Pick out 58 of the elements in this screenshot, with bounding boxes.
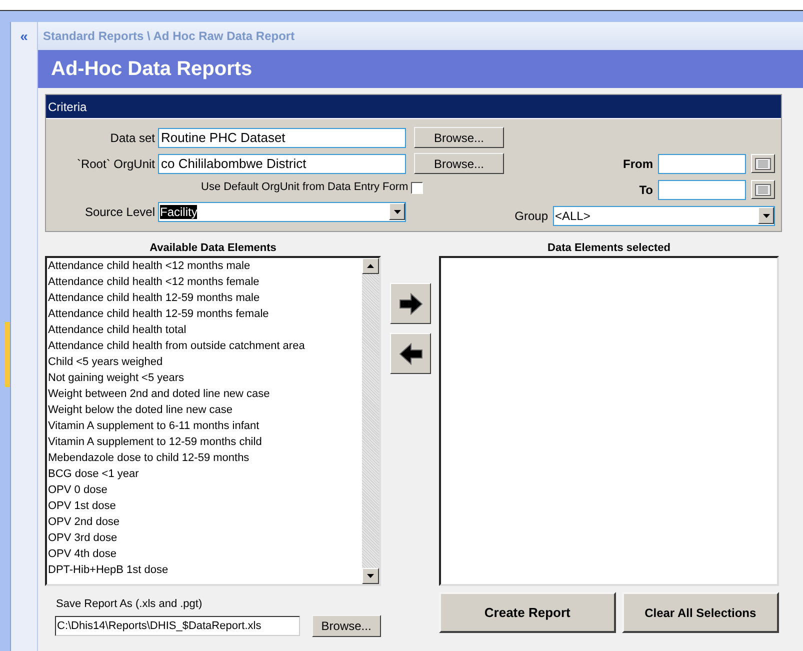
scroll-up-icon[interactable] (367, 264, 374, 268)
field-label: Source Level (84, 204, 156, 220)
list-item[interactable]: Mebendazole dose to child 12-59 months (48, 450, 362, 466)
checkbox[interactable] (411, 182, 424, 194)
browse-button[interactable]: Browse... (312, 614, 381, 636)
list-item[interactable]: Not gaining weight <5 years (48, 370, 362, 386)
source-level-dropdown[interactable]: Facility (158, 202, 406, 222)
data-elements-list[interactable] (45, 256, 381, 586)
list-item[interactable]: Attendance child health total (48, 322, 362, 338)
calendar-icon (755, 158, 771, 170)
list-item[interactable]: Weight between 2nd and doted line new case (48, 386, 362, 402)
date-field[interactable] (658, 154, 746, 174)
text-field[interactable]: Routine PHC Dataset (158, 128, 406, 148)
field-label: `Root` OrgUnit (76, 156, 156, 172)
list-item[interactable]: Attendance child health 12-59 months female (48, 306, 362, 322)
calendar-icon (755, 184, 771, 196)
page-title: Ad-Hoc Data Reports (51, 57, 252, 82)
list-item[interactable]: DPT-Hib+HepB 1st dose (48, 562, 362, 578)
clear-selections-button[interactable]: Clear All Selections (622, 592, 779, 633)
criteria-header: Criteria (46, 95, 781, 119)
scroll-down-icon[interactable] (367, 574, 374, 578)
calendar-button[interactable] (751, 154, 775, 173)
list-item[interactable]: BCG dose <1 year (48, 466, 362, 482)
text-field[interactable]: co Chililabombwe District (158, 154, 406, 174)
calendar-button[interactable] (751, 180, 775, 199)
collapse-button[interactable]: « (20, 29, 28, 43)
save-label: Save Report As (.xls and .pgt) (56, 597, 204, 612)
list-heading: Available Data Elements (148, 241, 278, 256)
list-item[interactable]: OPV 2nd dose (48, 514, 362, 530)
list-item[interactable]: Vitamin A supplement to 12-59 months child (48, 434, 362, 450)
list-item[interactable]: OPV 3rd dose (48, 530, 362, 546)
list-item[interactable]: Attendance child health from outside catchment area (48, 338, 362, 354)
move-right-button[interactable] (390, 283, 431, 324)
field-label: Group (514, 208, 548, 224)
left-arrow-icon (398, 342, 422, 364)
date-label: From (623, 156, 653, 172)
scrollbar[interactable] (362, 258, 379, 584)
list-heading: Data Elements selected (546, 241, 672, 256)
group-dropdown[interactable]: <ALL> (553, 206, 775, 226)
list-item[interactable]: Attendance child health <12 months female (48, 274, 362, 290)
list-item[interactable]: Attendance child health <12 months male (48, 258, 362, 274)
date-label: To (639, 182, 653, 198)
list-item[interactable]: Vitamin A supplement to 6-11 months infant (48, 418, 362, 434)
browse-button[interactable]: Browse... (414, 127, 504, 148)
save-path-field[interactable]: C:\Dhis14\Reports\DHIS_$DataReport.xls (55, 616, 300, 636)
browse-button[interactable]: Browse... (414, 153, 504, 174)
date-field[interactable] (658, 180, 746, 200)
list-item[interactable]: Weight below the doted line new case (48, 402, 362, 418)
list-item[interactable]: OPV 1st dose (48, 498, 362, 514)
move-left-button[interactable] (390, 333, 431, 374)
checkbox-label: Use Default OrgUnit from Data Entry Form (201, 180, 410, 196)
field-label: Data set (109, 130, 156, 146)
list-item[interactable]: OPV 0 dose (48, 482, 362, 498)
list-item[interactable]: Attendance child health 12-59 months male (48, 290, 362, 306)
list-item[interactable]: Child <5 years weighed (48, 354, 362, 370)
right-arrow-icon (398, 292, 422, 314)
list-item[interactable]: OPV 4th dose (48, 546, 362, 562)
create-report-button[interactable]: Create Report (439, 592, 616, 633)
